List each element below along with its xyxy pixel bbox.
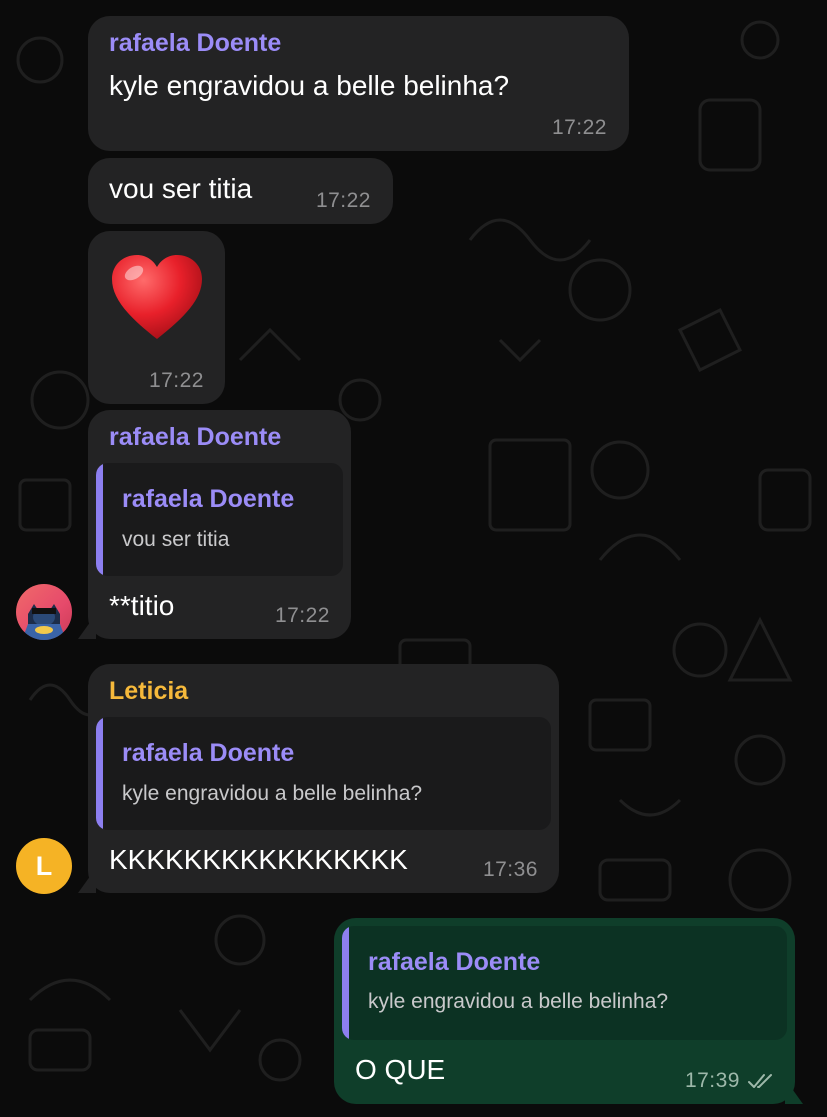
- quote-accent-bar: [342, 926, 349, 1040]
- message-bubble[interactable]: vou ser titia 17:22: [88, 158, 393, 224]
- quoted-message[interactable]: rafaela Doente vou ser titia: [96, 463, 343, 576]
- message-sender-name: rafaela Doente: [109, 423, 282, 451]
- message-timestamp: 17:22: [148, 369, 204, 392]
- red-heart-emoji: [112, 255, 202, 339]
- user-avatar[interactable]: L: [16, 838, 72, 894]
- bubble-tail: [785, 1079, 803, 1104]
- quote-accent-bar: [96, 717, 103, 830]
- outgoing-message-bubble[interactable]: rafaela Doente kyle engravidou a belle b…: [334, 918, 795, 1104]
- quoted-sender-name: rafaela Doente: [122, 739, 295, 767]
- avatar-picture: [16, 584, 72, 640]
- quoted-message[interactable]: rafaela Doente kyle engravidou a belle b…: [342, 926, 787, 1040]
- bubble-tail: [78, 614, 96, 639]
- message-timestamp: 17:39: [684, 1069, 740, 1092]
- quoted-text: kyle engravidou a belle belinha?: [122, 782, 423, 805]
- message-text: O QUE: [355, 1054, 446, 1085]
- message-text: KKKKKKKKKKKKKKKK: [109, 844, 408, 875]
- message-text: vou ser titia: [109, 173, 253, 204]
- double-check-icon: [748, 1074, 772, 1088]
- message-bubble[interactable]: rafaela Doente kyle engravidou a belle b…: [88, 16, 629, 151]
- message-bubble[interactable]: Leticia rafaela Doente kyle engravidou a…: [88, 664, 559, 893]
- message-bubble[interactable]: rafaela Doente rafaela Doente vou ser ti…: [88, 410, 351, 639]
- message-sender-name: rafaela Doente: [109, 29, 282, 57]
- message-text: kyle engravidou a belle belinha?: [109, 70, 510, 101]
- message-timestamp: 17:22: [551, 116, 607, 139]
- message-timestamp: 17:22: [315, 189, 371, 212]
- message-text: **titio: [109, 590, 175, 621]
- message-sender-name: Leticia: [109, 677, 189, 705]
- user-avatar[interactable]: [16, 584, 72, 640]
- quoted-text: kyle engravidou a belle belinha?: [368, 990, 669, 1013]
- quoted-sender-name: rafaela Doente: [122, 485, 295, 513]
- quote-accent-bar: [96, 463, 103, 576]
- quoted-message[interactable]: rafaela Doente kyle engravidou a belle b…: [96, 717, 551, 830]
- bubble-tail: [78, 868, 96, 893]
- message-bubble[interactable]: 17:22: [88, 231, 225, 404]
- quoted-text: vou ser titia: [122, 528, 230, 551]
- message-timestamp: 17:22: [274, 604, 330, 627]
- quoted-sender-name: rafaela Doente: [368, 948, 541, 976]
- message-timestamp: 17:36: [482, 858, 538, 881]
